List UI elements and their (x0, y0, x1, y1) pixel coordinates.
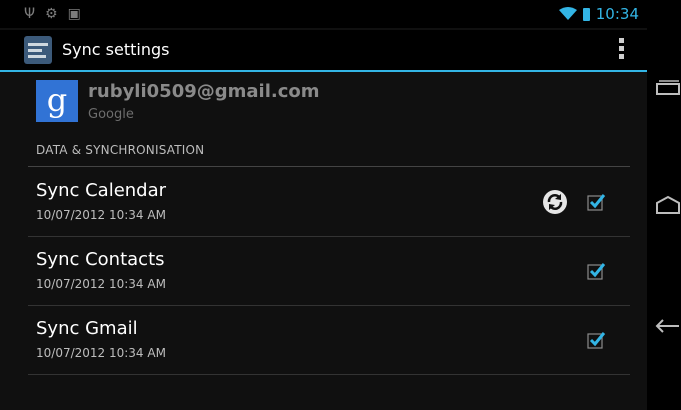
account-email: rubyli0509@gmail.com (88, 81, 320, 102)
navigation-bar (647, 0, 681, 410)
sync-contacts-checkbox[interactable] (587, 261, 606, 280)
sd-card-icon: ▣ (67, 6, 81, 22)
google-icon: g (36, 80, 78, 122)
android-debug-icon: ⚙ (45, 6, 58, 22)
overflow-menu-icon[interactable] (619, 38, 625, 59)
sync-item-title: Sync Contacts (36, 249, 165, 270)
home-icon[interactable] (653, 193, 681, 217)
sync-item-title: Sync Calendar (36, 180, 167, 201)
sync-item-timestamp: 10/07/2012 10:34 AM (36, 208, 166, 222)
action-bar: Sync settings (0, 30, 647, 72)
settings-app-icon[interactable] (24, 36, 52, 64)
sync-item-timestamp: 10/07/2012 10:34 AM (36, 346, 166, 360)
wifi-icon (558, 7, 577, 20)
sync-gmail-checkbox[interactable] (587, 330, 606, 349)
status-time: 10:34 (595, 5, 639, 23)
status-right: 10:34 (558, 5, 639, 23)
sync-calendar-checkbox[interactable] (587, 192, 606, 211)
sync-item-title: Sync Gmail (36, 318, 138, 339)
section-header: DATA & SYNCHRONISATION (36, 143, 205, 157)
battery-icon (582, 7, 590, 21)
notification-icons: Ψ ⚙ ▣ (24, 5, 81, 23)
page-title: Sync settings (62, 40, 170, 59)
section-divider (28, 166, 630, 167)
sync-in-progress-icon (543, 190, 567, 214)
sync-item-timestamp: 10/07/2012 10:34 AM (36, 277, 166, 291)
sync-item-contacts[interactable]: Sync Contacts 10/07/2012 10:34 AM (28, 237, 630, 306)
back-icon[interactable] (653, 314, 681, 338)
account-header: g rubyli0509@gmail.com Google (36, 80, 616, 126)
status-bar: Ψ ⚙ ▣ 10:34 (0, 0, 647, 28)
sync-item-gmail[interactable]: Sync Gmail 10/07/2012 10:34 AM (28, 306, 630, 375)
usb-icon: Ψ (24, 6, 36, 22)
recent-apps-icon[interactable] (653, 76, 681, 100)
account-type: Google (88, 107, 134, 122)
screen: Ψ ⚙ ▣ 10:34 Sync settings g rubyli0509@g… (0, 0, 647, 410)
sync-item-calendar[interactable]: Sync Calendar 10/07/2012 10:34 AM (28, 168, 630, 237)
